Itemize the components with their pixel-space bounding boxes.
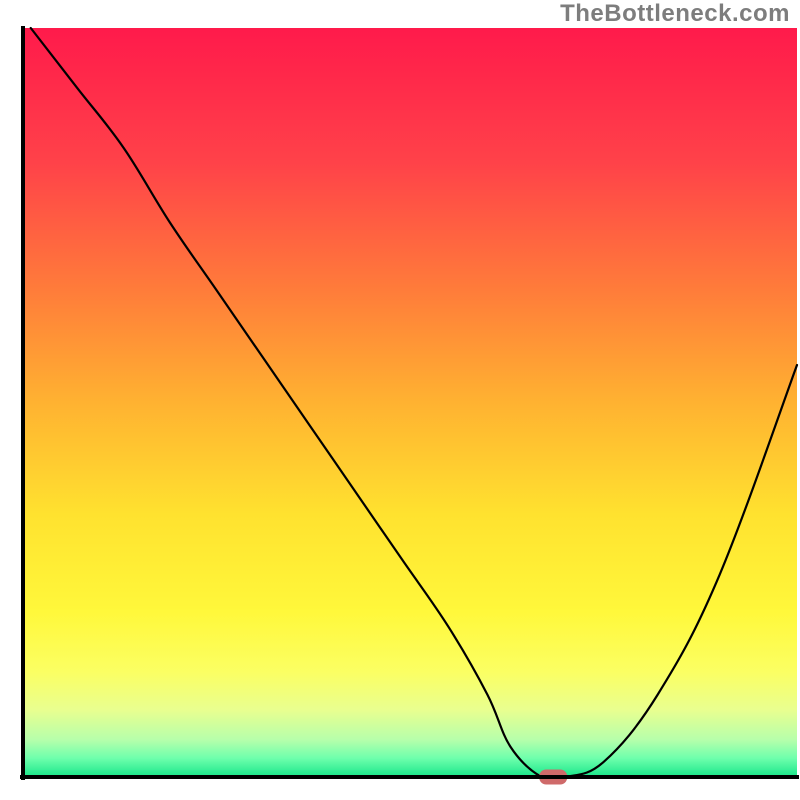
bottleneck-chart (0, 0, 800, 800)
gradient-background (23, 28, 797, 777)
watermark-text: TheBottleneck.com (560, 0, 790, 28)
chart-container: { "watermark": "TheBottleneck.com", "cha… (0, 0, 800, 800)
